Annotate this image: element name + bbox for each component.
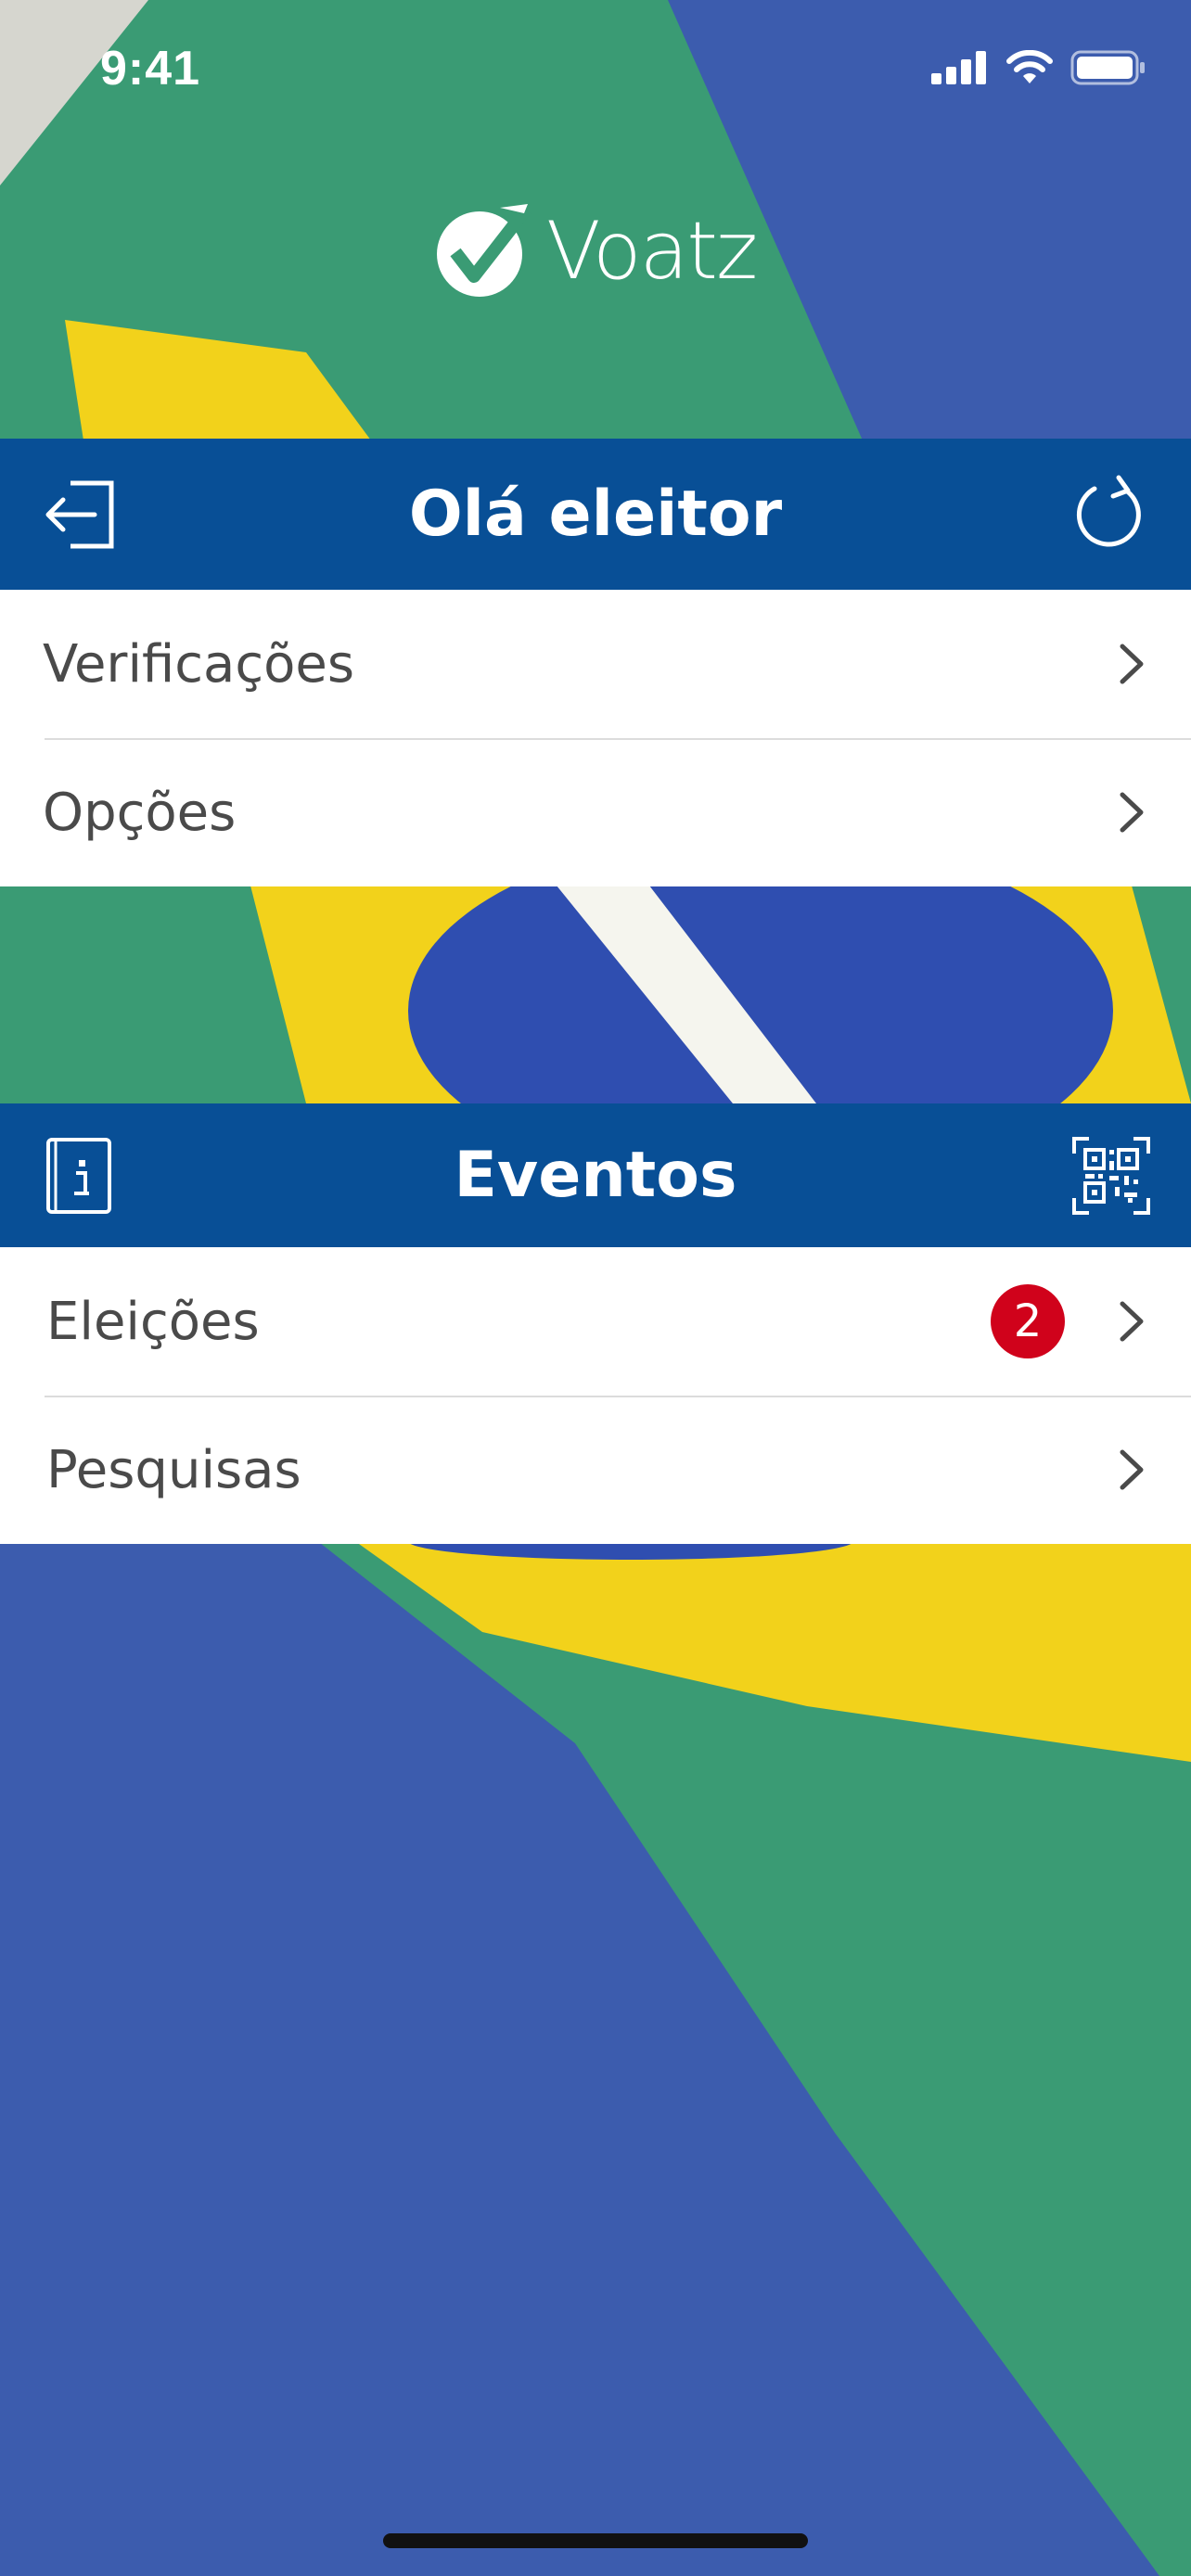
logout-button[interactable] [41,476,119,554]
refresh-button[interactable] [1072,472,1150,557]
qr-code-icon [1072,1136,1150,1215]
menu-item-label: Eleições [46,1291,260,1352]
status-bar: 9:41 [0,0,1191,139]
refresh-icon [1076,475,1141,546]
menu-item-label: Pesquisas [46,1439,301,1500]
events-menu: Eleições 2 Pesquisas [0,1247,1191,1544]
checkmark-logo-icon [436,204,531,297]
info-book-icon [46,1137,111,1214]
menu-item-pesquisas[interactable]: Pesquisas [0,1396,1191,1544]
cellular-signal-icon [931,51,986,84]
battery-icon [1070,50,1145,85]
chevron-right-icon [1120,1449,1144,1490]
greeting-header: Olá eleitor [0,439,1191,590]
chevron-right-icon [1120,792,1144,833]
status-time: 9:41 [100,42,201,96]
logout-icon [45,480,114,548]
wifi-icon [1006,50,1053,83]
logo-text: Voatz [545,205,758,298]
menu-item-opcoes[interactable]: Opções [0,738,1191,886]
home-indicator[interactable] [383,2533,808,2548]
qr-scan-button[interactable] [1072,1136,1150,1215]
menu-item-label: Verificações [43,633,355,695]
notification-badge: 2 [991,1284,1065,1358]
menu-item-verificacoes[interactable]: Verificações [0,590,1191,738]
app-logo: Voatz [0,204,1191,299]
chevron-right-icon [1120,644,1144,684]
events-header: Eventos [0,1103,1191,1247]
chevron-right-icon [1120,1301,1144,1342]
greeting-title: Olá eleitor [408,478,783,551]
menu-item-label: Opções [43,782,237,843]
status-icons [931,50,1146,85]
info-button[interactable] [41,1136,115,1216]
menu-item-eleicoes[interactable]: Eleições 2 [0,1247,1191,1396]
events-title: Eventos [454,1139,737,1212]
account-menu: Verificações Opções [0,590,1191,886]
